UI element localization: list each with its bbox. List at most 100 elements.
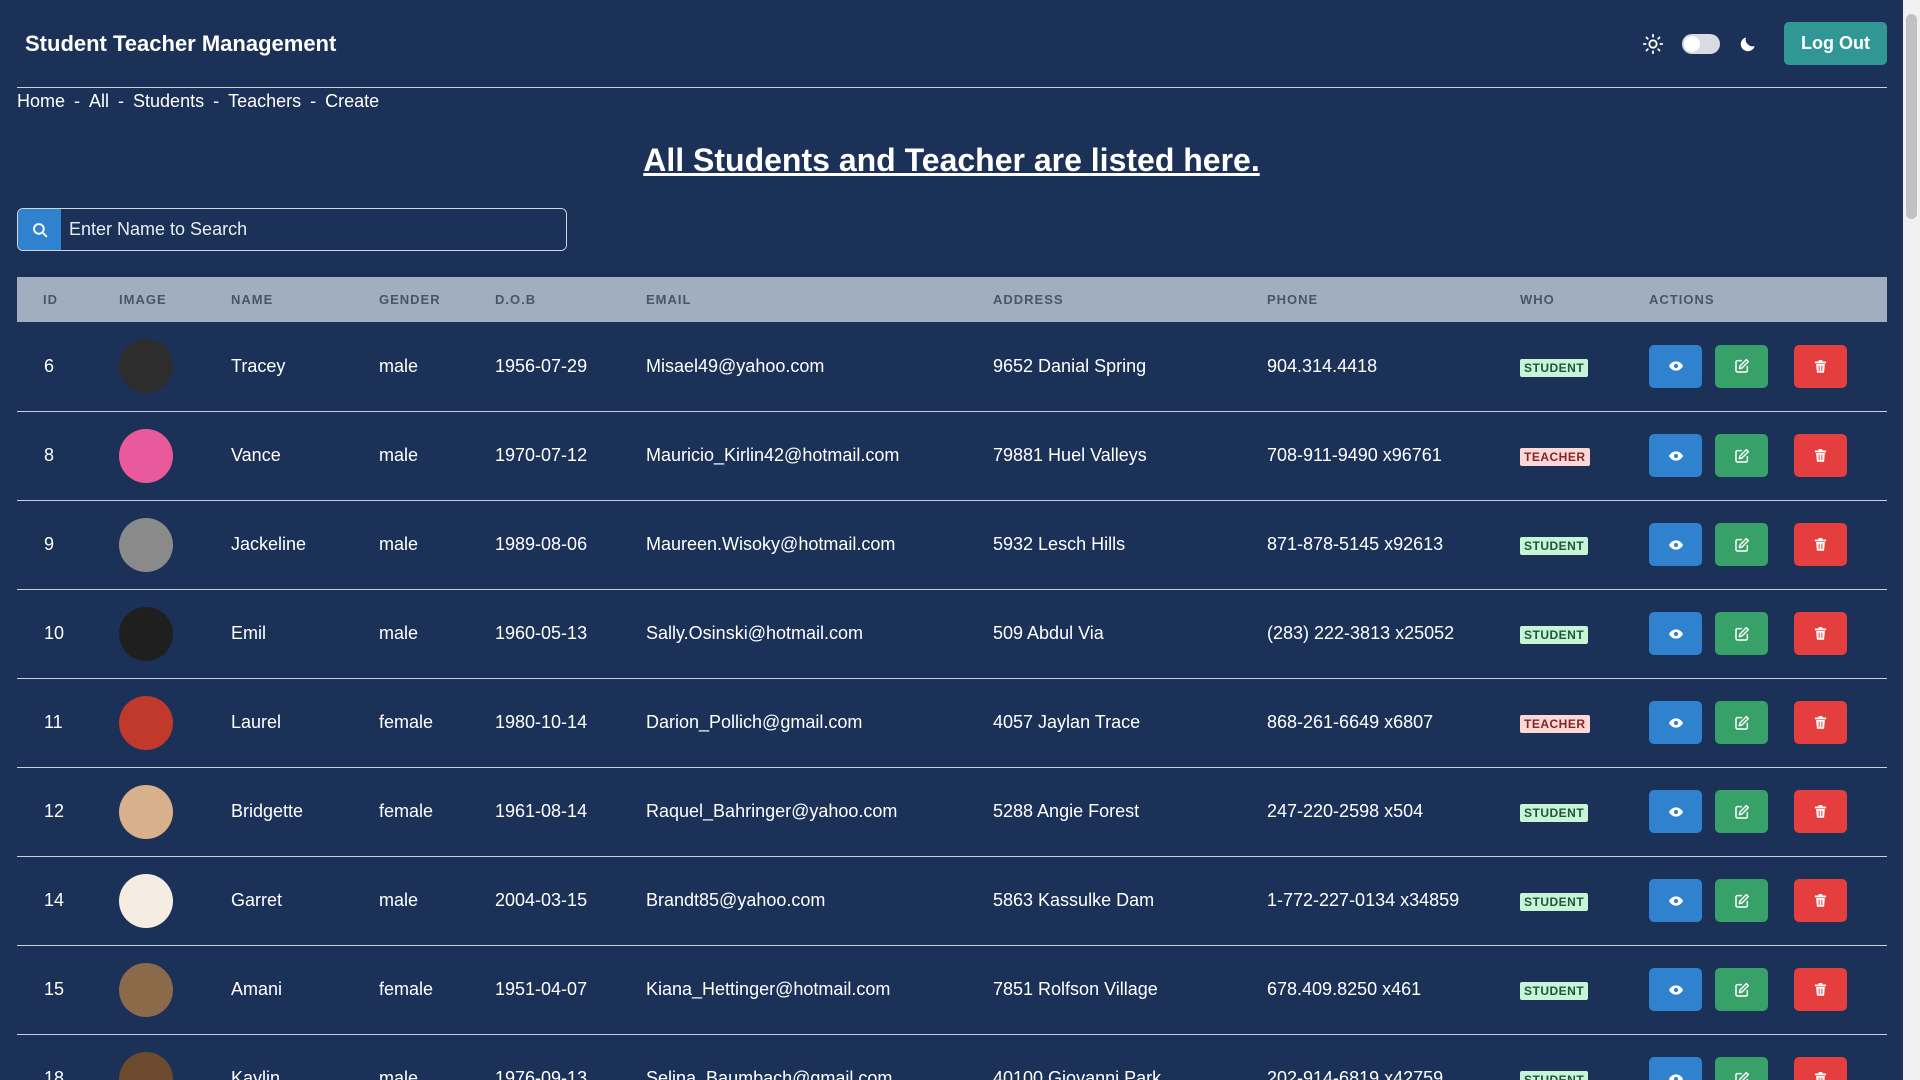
role-badge: TEACHER: [1520, 448, 1590, 466]
cell-id: 10: [44, 623, 65, 643]
cell-name: Jackeline: [231, 534, 307, 554]
delete-button[interactable]: [1794, 968, 1847, 1011]
cell-email: Misael49@yahoo.com: [646, 355, 825, 376]
breadcrumb-separator: -: [118, 90, 125, 111]
cell-who: TEACHER: [1520, 411, 1649, 500]
cell-gender: male: [379, 1068, 419, 1080]
edit-button[interactable]: [1715, 701, 1768, 744]
edit-icon: [1734, 359, 1749, 373]
cell-gender: female: [379, 712, 434, 732]
table-row: 14 Garret male 2004-03-15 Brandt85@yahoo.com…: [17, 856, 1887, 945]
breadcrumb-create[interactable]: Create: [325, 91, 379, 112]
cell-who: STUDENT: [1520, 322, 1649, 411]
role-badge: STUDENT: [1520, 626, 1589, 644]
cell-image: [119, 500, 231, 589]
breadcrumb-teachers[interactable]: Teachers: [228, 91, 301, 112]
page-scrollbar[interactable]: [1903, 0, 1920, 1080]
cell-dob: 1976-09-13: [495, 1068, 588, 1080]
edit-button[interactable]: [1715, 612, 1768, 655]
delete-button[interactable]: [1794, 344, 1847, 388]
delete-button[interactable]: [1794, 879, 1847, 922]
view-button[interactable]: [1649, 1057, 1702, 1080]
view-button[interactable]: [1649, 523, 1702, 566]
row-actions: [1649, 344, 1887, 388]
table-row: 15 Amani female 1951-04-07 Kiana_Hettinger@h…: [17, 945, 1887, 1034]
avatar: [119, 962, 173, 1017]
role-badge: STUDENT: [1520, 358, 1589, 377]
avatar: [119, 606, 173, 661]
delete-button[interactable]: [1794, 612, 1847, 655]
cell-address: 509 Abdul Via: [993, 623, 1104, 643]
edit-button[interactable]: [1715, 523, 1768, 566]
table-row: 6 Tracey male 1956-07-29 Misael49@yahoo.com 9…: [17, 322, 1887, 411]
row-actions: [1649, 701, 1887, 744]
trash-icon: [1814, 715, 1827, 729]
cell-dob: 1989-08-06: [495, 534, 588, 554]
cell-actions: [1649, 767, 1887, 856]
delete-button[interactable]: [1794, 523, 1847, 566]
eye-icon: [1668, 717, 1683, 728]
header-who: WHO: [1520, 292, 1555, 307]
delete-button[interactable]: [1794, 434, 1847, 477]
cell-id: 14: [44, 890, 65, 910]
view-button[interactable]: [1649, 790, 1702, 833]
cell-phone: 1-772-227-0134 x34859: [1267, 890, 1460, 910]
cell-email: Mauricio_Kirlin42@hotmail.com: [646, 445, 900, 465]
cell-dob: 1960-05-13: [495, 623, 588, 643]
avatar: [119, 695, 173, 750]
edit-button[interactable]: [1715, 1057, 1768, 1080]
breadcrumb-home[interactable]: Home: [17, 91, 65, 112]
cell-image: [119, 767, 231, 856]
view-button[interactable]: [1649, 344, 1702, 388]
row-actions: [1649, 968, 1887, 1011]
scrollbar-thumb[interactable]: [1906, 14, 1917, 219]
table-body: 6 Tracey male 1956-07-29 Misael49@yahoo.com 9…: [17, 322, 1887, 1080]
cell-name: Amani: [231, 979, 283, 999]
cell-address: 9652 Danial Spring: [993, 355, 1147, 376]
row-actions: [1649, 879, 1887, 922]
edit-button[interactable]: [1715, 879, 1768, 922]
avatar: [119, 428, 173, 483]
breadcrumb-students[interactable]: Students: [133, 91, 204, 112]
edit-button[interactable]: [1715, 790, 1768, 833]
cell-actions: [1649, 945, 1887, 1034]
edit-icon: [1734, 804, 1749, 819]
search-input[interactable]: [61, 209, 566, 250]
delete-button[interactable]: [1794, 701, 1847, 744]
logout-button[interactable]: Log Out: [1784, 22, 1887, 65]
breadcrumb-all[interactable]: All: [89, 91, 109, 112]
edit-button[interactable]: [1715, 344, 1768, 388]
cell-phone: 678.409.8250 x461: [1267, 979, 1422, 999]
header-id: ID: [43, 292, 58, 307]
cell-address: 40100 Giovanni Park: [993, 1068, 1162, 1080]
breadcrumb-separator: -: [74, 90, 81, 111]
cell-phone: (283) 222-3813 x25052: [1267, 623, 1455, 643]
cell-image: [119, 589, 231, 678]
view-button[interactable]: [1649, 434, 1702, 477]
theme-toggle[interactable]: [1682, 33, 1721, 54]
view-button[interactable]: [1649, 968, 1702, 1011]
trash-icon: [1814, 626, 1827, 640]
cell-name: Emil: [231, 623, 266, 643]
view-button[interactable]: [1649, 612, 1702, 655]
edit-icon: [1734, 448, 1749, 463]
header-image: IMAGE: [119, 292, 167, 307]
app-title: Student Teacher Management: [25, 30, 337, 56]
cell-image: [119, 411, 231, 500]
view-button[interactable]: [1649, 879, 1702, 922]
trash-icon: [1814, 982, 1827, 996]
delete-button[interactable]: [1794, 1057, 1847, 1080]
cell-email: Sally.Osinski@hotmail.com: [646, 623, 863, 643]
row-actions: [1649, 523, 1887, 566]
table-row: 10 Emil male 1960-05-13 Sally.Osinski@hotmai…: [17, 589, 1887, 678]
header-email: EMAIL: [646, 292, 692, 307]
row-actions: [1649, 790, 1887, 833]
edit-button[interactable]: [1715, 434, 1768, 477]
cell-email: Darion_Pollich@gmail.com: [646, 712, 863, 732]
cell-actions: [1649, 856, 1887, 945]
cell-gender: male: [379, 445, 419, 465]
edit-button[interactable]: [1715, 968, 1768, 1011]
view-button[interactable]: [1649, 701, 1702, 744]
sun-icon: [1642, 33, 1664, 54]
delete-button[interactable]: [1794, 790, 1847, 833]
